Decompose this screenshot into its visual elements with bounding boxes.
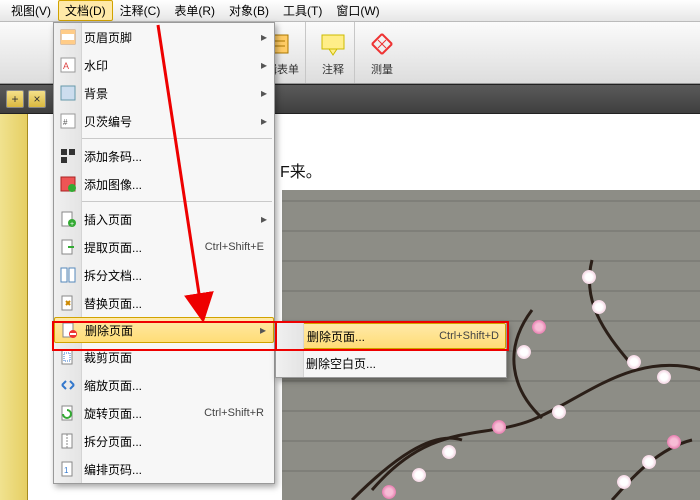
menu-background[interactable]: 背景▸	[54, 79, 274, 107]
menu-label: 拆分文档...	[84, 267, 268, 284]
menu-label: 编排页码...	[84, 461, 268, 478]
submenu-arrow-icon: ▸	[260, 212, 268, 226]
submenu-arrow-icon: ▸	[260, 114, 268, 128]
delete-page-icon	[59, 320, 79, 340]
submenu-arrow-icon: ▸	[260, 86, 268, 100]
page-number-icon: 1	[58, 459, 78, 479]
svg-text:+: +	[70, 221, 74, 227]
ribbon-measure[interactable]: 测量	[361, 22, 403, 83]
menu-rotate-page[interactable]: 旋转页面...Ctrl+Shift+R	[54, 399, 274, 427]
menu-label: 添加图像...	[84, 176, 268, 193]
barcode-icon	[58, 146, 78, 166]
submenu-arrow-icon: ▸	[260, 30, 268, 44]
document-menu-dropdown: 页眉页脚▸ A水印▸ 背景▸ #贝茨编号▸ 添加条码... 添加图像... +插…	[53, 22, 275, 484]
menu-separator	[56, 201, 272, 202]
new-tab-button[interactable]: +	[6, 90, 24, 108]
menu-label: 添加条码...	[84, 148, 268, 165]
menu-split-page[interactable]: 拆分页面...	[54, 427, 274, 455]
extract-page-icon	[58, 237, 78, 257]
menu-label: 提取页面...	[84, 239, 205, 256]
header-footer-icon	[58, 27, 78, 47]
menu-label: 删除空白页...	[306, 355, 500, 372]
zoom-page-icon	[58, 375, 78, 395]
menu-label: 贝茨编号	[84, 113, 260, 130]
ribbon-annotate[interactable]: 注释	[312, 22, 355, 83]
menu-replace-page[interactable]: 替换页面...	[54, 289, 274, 317]
sidebar	[0, 114, 28, 500]
menu-view[interactable]: 视图(V)	[4, 0, 58, 21]
menu-label: 删除页面	[85, 322, 259, 339]
menu-window[interactable]: 窗口(W)	[329, 0, 386, 21]
ribbon-label: 测量	[371, 61, 393, 77]
menu-add-barcode[interactable]: 添加条码...	[54, 142, 274, 170]
menu-page-number[interactable]: 1 编排页码...	[54, 455, 274, 483]
menu-bar: 视图(V) 文档(D) 注释(C) 表单(R) 对象(B) 工具(T) 窗口(W…	[0, 0, 700, 22]
menu-shortcut: Ctrl+Shift+E	[205, 241, 264, 253]
menu-zoom-page[interactable]: 缩放页面...	[54, 371, 274, 399]
close-tab-button[interactable]: ×	[28, 90, 46, 108]
split-doc-icon	[58, 265, 78, 285]
menu-label: 旋转页面...	[84, 405, 204, 422]
replace-page-icon	[58, 293, 78, 313]
svg-text:A: A	[63, 61, 69, 71]
menu-label: 背景	[84, 85, 260, 102]
menu-add-image[interactable]: 添加图像...	[54, 170, 274, 198]
menu-separator	[56, 138, 272, 139]
menu-label: 缩放页面...	[84, 377, 268, 394]
background-icon	[58, 83, 78, 103]
svg-text:1: 1	[64, 466, 69, 475]
menu-object[interactable]: 对象(B)	[222, 0, 276, 21]
menu-extract-page[interactable]: 提取页面...Ctrl+Shift+E	[54, 233, 274, 261]
submenu-delete-blank[interactable]: 删除空白页...	[276, 349, 506, 377]
add-image-icon	[58, 174, 78, 194]
menu-label: 拆分页面...	[84, 433, 268, 450]
menu-label: 水印	[84, 57, 260, 74]
watermark-icon: A	[58, 55, 78, 75]
ribbon-label: 注释	[322, 61, 344, 77]
menu-watermark[interactable]: A 水印▸	[54, 51, 274, 79]
bates-icon: #	[58, 111, 78, 131]
rotate-page-icon	[58, 403, 78, 423]
submenu-arrow-icon: ▸	[260, 58, 268, 72]
menu-document[interactable]: 文档(D)	[58, 0, 113, 21]
menu-form[interactable]: 表单(R)	[167, 0, 222, 21]
doc-text: F来。	[280, 158, 322, 182]
menu-shortcut: Ctrl+Shift+R	[204, 407, 264, 419]
menu-label: 替换页面...	[84, 295, 268, 312]
insert-page-icon: +	[58, 209, 78, 229]
delete-page-submenu: 删除页面...Ctrl+Shift+D 删除空白页...	[275, 322, 507, 378]
menu-label: 页眉页脚	[84, 29, 260, 46]
menu-header-footer[interactable]: 页眉页脚▸	[54, 23, 274, 51]
submenu-arrow-icon: ▸	[259, 323, 267, 337]
annotate-icon	[318, 29, 348, 59]
menu-insert-page[interactable]: + 插入页面▸	[54, 205, 274, 233]
menu-delete-page[interactable]: 删除页面▸	[54, 317, 274, 343]
menu-bates[interactable]: # 贝茨编号▸	[54, 107, 274, 135]
menu-split-doc[interactable]: 拆分文档...	[54, 261, 274, 289]
menu-label: 删除页面...	[307, 328, 439, 345]
menu-shortcut: Ctrl+Shift+D	[439, 330, 499, 342]
split-page-icon	[58, 431, 78, 451]
menu-label: 插入页面	[84, 211, 260, 228]
svg-text:#: #	[63, 118, 68, 127]
menu-label: 裁剪页面	[84, 349, 268, 366]
crop-page-icon	[58, 347, 78, 367]
menu-annotate[interactable]: 注释(C)	[113, 0, 168, 21]
submenu-delete-pages[interactable]: 删除页面...Ctrl+Shift+D	[276, 323, 506, 349]
measure-icon	[367, 29, 397, 59]
menu-crop-page[interactable]: 裁剪页面	[54, 343, 274, 371]
menu-tools[interactable]: 工具(T)	[276, 0, 329, 21]
